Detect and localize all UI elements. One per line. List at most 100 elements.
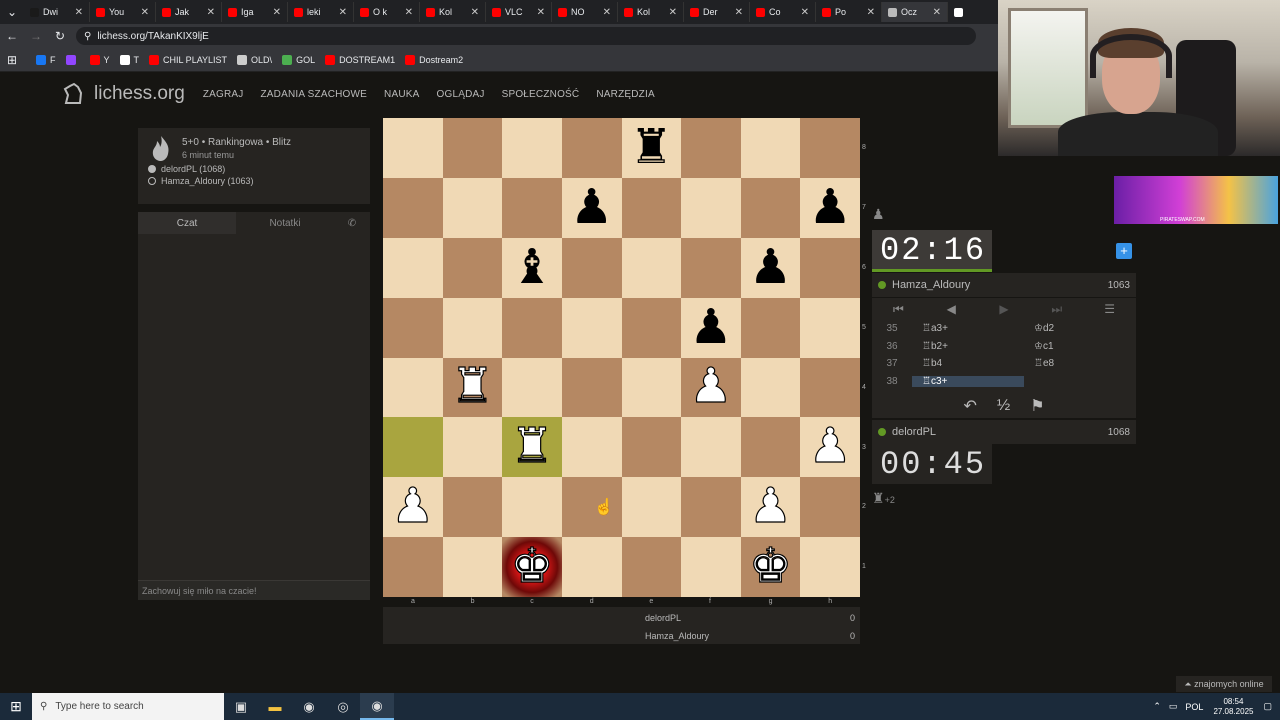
square-c7[interactable] xyxy=(502,177,562,238)
square-h5[interactable] xyxy=(800,297,860,358)
chat-input[interactable]: Zachowuj się miło na czacie! xyxy=(138,580,370,600)
bookmark-item[interactable]: OLD\ xyxy=(237,54,272,65)
input-language[interactable]: POL xyxy=(1185,702,1203,712)
add-time-button[interactable]: + xyxy=(1116,243,1132,259)
network-icon[interactable]: ▭ xyxy=(1169,701,1178,712)
white-piece-icon[interactable]: ♚ xyxy=(510,542,554,591)
chrome-icon[interactable]: ◉ xyxy=(292,693,326,720)
square-h4[interactable] xyxy=(800,357,860,418)
tab-close-icon[interactable]: ✕ xyxy=(933,7,941,18)
square-a5[interactable] xyxy=(383,297,443,358)
bookmark-item[interactable]: CHIL PLAYLIST xyxy=(149,54,227,65)
tab-close-icon[interactable]: ✕ xyxy=(339,7,347,18)
square-d5[interactable] xyxy=(561,297,622,358)
notification-icon[interactable]: ▢ xyxy=(1263,701,1272,712)
nav-item[interactable]: OGLĄDAJ xyxy=(436,89,484,100)
tab-close-icon[interactable]: ✕ xyxy=(405,7,413,18)
square-c6[interactable]: ♝ xyxy=(502,237,562,298)
resign-flag-icon[interactable]: ⚑ xyxy=(1030,396,1044,416)
black-move[interactable]: ♔c1 xyxy=(1024,341,1136,352)
square-g5[interactable] xyxy=(740,297,801,358)
square-g6[interactable]: ♟ xyxy=(740,237,801,298)
tray-chevron-icon[interactable]: ⌃ xyxy=(1153,701,1161,712)
white-piece-icon[interactable]: ♟ xyxy=(689,362,733,411)
white-piece-icon[interactable]: ♟ xyxy=(391,482,435,531)
browser-tab[interactable]: VLC ✕ xyxy=(486,2,552,22)
nav-item[interactable]: ZAGRAJ xyxy=(203,89,244,100)
bookmark-item[interactable]: T xyxy=(119,54,139,65)
opponent-row[interactable]: Hamza_Aldoury 1063 xyxy=(872,273,1136,297)
bookmark-item[interactable]: DOSTREAM1 xyxy=(325,54,395,65)
tab-close-icon[interactable]: ✕ xyxy=(207,7,215,18)
white-move[interactable]: ♖c3+ xyxy=(912,375,1024,387)
square-c5[interactable] xyxy=(502,297,562,358)
forward-icon[interactable]: → xyxy=(24,29,48,43)
square-b5[interactable] xyxy=(442,297,503,358)
black-piece-icon[interactable]: ♟ xyxy=(570,183,613,232)
square-e3[interactable] xyxy=(621,417,682,478)
menu-icon[interactable]: ☰ xyxy=(1083,302,1136,316)
apps-grid-icon[interactable]: ⊞ xyxy=(0,53,24,67)
first-move-icon[interactable]: ⏮ xyxy=(872,302,925,317)
square-h3[interactable]: ♟ xyxy=(800,417,860,478)
takeback-icon[interactable]: ↶ xyxy=(963,396,976,416)
square-a7[interactable] xyxy=(383,177,443,238)
square-f7[interactable] xyxy=(681,177,741,238)
bookmark-item[interactable]: Dostream2 xyxy=(405,54,463,65)
square-h7[interactable]: ♟ xyxy=(800,177,860,238)
white-piece-icon[interactable]: ♟ xyxy=(808,422,852,471)
white-piece-icon[interactable]: ♟ xyxy=(748,482,792,531)
square-f3[interactable] xyxy=(681,417,741,478)
white-move[interactable]: ♖b4 xyxy=(912,358,1024,369)
black-move[interactable]: ♖e8 xyxy=(1024,358,1136,369)
square-d6[interactable] xyxy=(561,237,622,298)
chrome-active-icon[interactable]: ◉ xyxy=(360,693,394,720)
browser-tab[interactable]: leki ✕ xyxy=(288,2,354,22)
square-g1[interactable]: ♚ xyxy=(740,537,801,597)
site-info-icon[interactable]: ⚲ xyxy=(84,31,91,42)
browser-tab[interactable]: Kol ✕ xyxy=(618,2,684,22)
tab-close-icon[interactable]: ✕ xyxy=(735,7,743,18)
square-b7[interactable] xyxy=(442,177,503,238)
browser-tab[interactable]: Iga ✕ xyxy=(222,2,288,22)
square-c1[interactable]: ♚ xyxy=(502,537,562,597)
square-g2[interactable]: ♟ xyxy=(740,477,801,538)
browser-tab[interactable]: Ocz ✕ xyxy=(882,2,948,22)
square-c3[interactable]: ♜ xyxy=(502,417,562,478)
black-move[interactable]: ♔d2 xyxy=(1024,323,1136,334)
square-h1[interactable] xyxy=(800,537,860,597)
tab-close-icon[interactable]: ✕ xyxy=(801,7,809,18)
nav-item[interactable]: NARZĘDZIA xyxy=(596,89,654,100)
square-a1[interactable] xyxy=(383,537,443,597)
last-move-icon[interactable]: ⏭ xyxy=(1030,302,1083,317)
square-d3[interactable] xyxy=(561,417,622,478)
task-view-icon[interactable]: ▣ xyxy=(224,693,258,720)
browser-tab[interactable]: Der ✕ xyxy=(684,2,750,22)
friends-online-button[interactable]: ⏶ znajomych online xyxy=(1176,676,1272,692)
black-piece-icon[interactable]: ♟ xyxy=(689,303,732,352)
square-b6[interactable] xyxy=(442,237,503,298)
tab-close-icon[interactable]: ✕ xyxy=(669,7,677,18)
white-piece-icon[interactable]: ♜ xyxy=(450,362,494,411)
nav-item[interactable]: ZADANIA SZACHOWE xyxy=(260,89,367,100)
square-f5[interactable]: ♟ xyxy=(681,297,741,358)
file-explorer-icon[interactable]: ▬ xyxy=(258,693,292,720)
tab-close-icon[interactable]: ✕ xyxy=(471,7,479,18)
reload-icon[interactable]: ↻ xyxy=(48,29,72,43)
taskbar-clock[interactable]: 08:54 27.08.2025 xyxy=(1213,697,1253,716)
bookmark-item[interactable] xyxy=(65,54,80,65)
square-d8[interactable] xyxy=(561,118,622,178)
browser-tab[interactable]: You ✕ xyxy=(90,2,156,22)
tab-close-icon[interactable]: ✕ xyxy=(141,7,149,18)
chess-board[interactable]: ♜ ♟ ♟ ♝ ♟ ♟ ♜ ♟ ♜ ♟ ♟ ♟ ♚ ♚ xyxy=(383,118,860,597)
prev-move-icon[interactable]: ◀ xyxy=(925,302,978,316)
tab-close-icon[interactable]: ✕ xyxy=(603,7,611,18)
square-f4[interactable]: ♟ xyxy=(681,357,741,418)
browser-tab[interactable]: Kol ✕ xyxy=(420,2,486,22)
browser-tab[interactable]: NO ✕ xyxy=(552,2,618,22)
white-piece-icon[interactable]: ♜ xyxy=(510,422,554,471)
square-b1[interactable] xyxy=(442,537,503,597)
bookmark-item[interactable]: Y xyxy=(89,54,110,65)
square-a8[interactable] xyxy=(383,118,443,178)
tab-chat[interactable]: Czat xyxy=(138,212,236,234)
